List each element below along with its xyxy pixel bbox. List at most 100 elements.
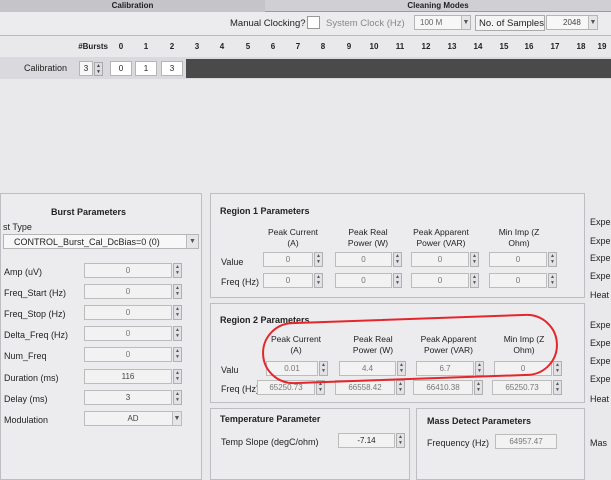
right-label: Heat [590,394,610,404]
region1-value-cell[interactable]: 0 [411,252,469,267]
column-header: 4 [219,42,225,51]
samples-select[interactable]: 2048 ▼ [546,15,598,30]
system-clock-value: 100 M [420,18,443,27]
unused-burst-cells [186,59,611,78]
num-freq-input[interactable]: 0 [84,347,172,362]
duration-spinner[interactable]: ▲ ▼ [173,369,182,384]
duration-input[interactable]: 116 [84,369,172,384]
modulation-value: AD [127,414,139,423]
system-clock-select[interactable]: 100 M ▼ [414,15,471,30]
right-label: Heat [590,290,610,300]
tab-calibration[interactable]: Calibration [0,0,265,12]
freq-stop-input[interactable]: 0 [84,305,172,320]
right-label: Expe [590,374,611,384]
chevron-down-icon: ▼ [186,235,198,248]
burst-parameters-panel: Burst Parameters st Type CONTROL_Burst_C… [0,193,202,480]
spinner-icon[interactable]: ▲ ▼ [396,433,405,448]
region1-value-label: Value [221,257,244,267]
region2-freq-cell[interactable]: 65250.73 [492,380,552,395]
spinner-icon[interactable]: ▲ ▼ [553,361,562,376]
region2-freq-cell[interactable]: 66410.38 [413,380,473,395]
column-header: 6 [270,42,276,51]
burst-cell[interactable]: 0 [110,61,132,76]
mass-frequency-input[interactable]: 64957.47 [495,434,557,449]
manual-clocking-label: Manual Clocking? [230,18,306,29]
delta-freq-spinner[interactable]: ▲ ▼ [173,326,182,341]
spinner-icon[interactable]: ▲ ▼ [314,252,323,267]
right-label: Expe [590,271,611,281]
temperature-panel: Temperature Parameter Temp Slope (degC/o… [210,408,410,480]
right-label: Expe [590,356,611,366]
column-header: 17 [550,42,560,51]
freq-stop-label: Freq_Stop (Hz) [4,309,66,319]
bursts-header: #Bursts [78,42,108,51]
column-header: 10 [369,42,379,51]
column-header: 16 [524,42,534,51]
amp-label: Amp (uV) [4,267,43,277]
calibration-row-label: Calibration [24,63,68,73]
duration-label: Duration (ms) [4,373,59,383]
chevron-down-icon: ▼ [588,16,597,29]
column-header: 2 [169,42,175,51]
num-freq-spinner[interactable]: ▲ ▼ [173,347,182,362]
num-freq-label: Num_Freq [4,351,47,361]
region1-value-cell[interactable]: 0 [335,252,392,267]
region1-freq-cell[interactable]: 0 [263,273,313,288]
region1-freq-cell[interactable]: 0 [489,273,547,288]
region1-header-apparent-power: Peak Apparent Power (VAR) [413,227,469,248]
freq-start-spinner[interactable]: ▲ ▼ [173,284,182,299]
manual-clocking-checkbox[interactable] [307,16,320,29]
delay-input[interactable]: 3 [84,390,172,405]
region2-value-label: Valu [221,365,239,375]
column-header: 15 [499,42,509,51]
samples-label-box: No. of Samples [475,15,545,31]
column-header: 18 [576,42,586,51]
burst-grid: #Bursts 0 1 2 3 4 5 6 7 8 9 10 11 12 13 … [0,36,611,80]
right-label: Expe [590,236,611,246]
burst-count-spinner[interactable]: ▲ ▼ [94,62,103,76]
amp-input[interactable]: 0 [84,263,172,278]
delta-freq-input[interactable]: 0 [84,326,172,341]
spinner-icon[interactable]: ▲ ▼ [474,380,483,395]
freq-start-input[interactable]: 0 [84,284,172,299]
burst-type-value: CONTROL_Burst_Cal_DcBias=0 (0) [14,237,160,247]
spinner-icon[interactable]: ▲ ▼ [553,380,562,395]
burst-count-input[interactable]: 3 [79,61,93,76]
red-annotation-circle [261,312,559,386]
modulation-select[interactable]: AD ▼ [84,411,182,426]
freq-start-label: Freq_Start (Hz) [4,288,67,298]
burst-type-select[interactable]: CONTROL_Burst_Cal_DcBias=0 (0) ▼ [3,234,199,249]
freq-stop-spinner[interactable]: ▲ ▼ [173,305,182,320]
mass-frequency-label: Frequency (Hz) [427,438,490,448]
spinner-icon[interactable]: ▲ ▼ [396,380,405,395]
samples-label: No. of Samples [479,18,544,29]
region1-freq-cell[interactable]: 0 [411,273,469,288]
region2-freq-label: Freq (Hz) [221,384,259,394]
region1-freq-cell[interactable]: 0 [335,273,392,288]
column-header: 14 [473,42,483,51]
spinner-icon[interactable]: ▲ ▼ [548,273,557,288]
temp-slope-input[interactable]: -7.14 [338,433,395,448]
region1-value-cell[interactable]: 0 [489,252,547,267]
burst-cell[interactable]: 3 [161,61,183,76]
column-header: 7 [295,42,301,51]
burst-cell[interactable]: 1 [135,61,157,76]
spinner-icon[interactable]: ▲ ▼ [470,252,479,267]
right-label: Expe [590,217,611,227]
column-header: 0 [118,42,124,51]
temperature-title: Temperature Parameter [220,414,321,424]
region1-value-cell[interactable]: 0 [263,252,313,267]
column-header: 19 [597,42,607,51]
spinner-icon[interactable]: ▲ ▼ [393,273,402,288]
column-header: 5 [245,42,251,51]
spinner-icon[interactable]: ▲ ▼ [393,252,402,267]
spinner-icon[interactable]: ▲ ▼ [314,273,323,288]
spinner-icon[interactable]: ▲ ▼ [548,252,557,267]
region1-header-current: Peak Current (A) [267,227,319,248]
amp-spinner[interactable]: ▲ ▼ [173,263,182,278]
column-header: 11 [395,42,405,51]
spinner-icon[interactable]: ▲ ▼ [470,273,479,288]
mass-detect-title: Mass Detect Parameters [427,416,532,426]
tab-cleaning-modes[interactable]: Cleaning Modes [265,0,611,12]
delay-spinner[interactable]: ▲ ▼ [173,390,182,405]
